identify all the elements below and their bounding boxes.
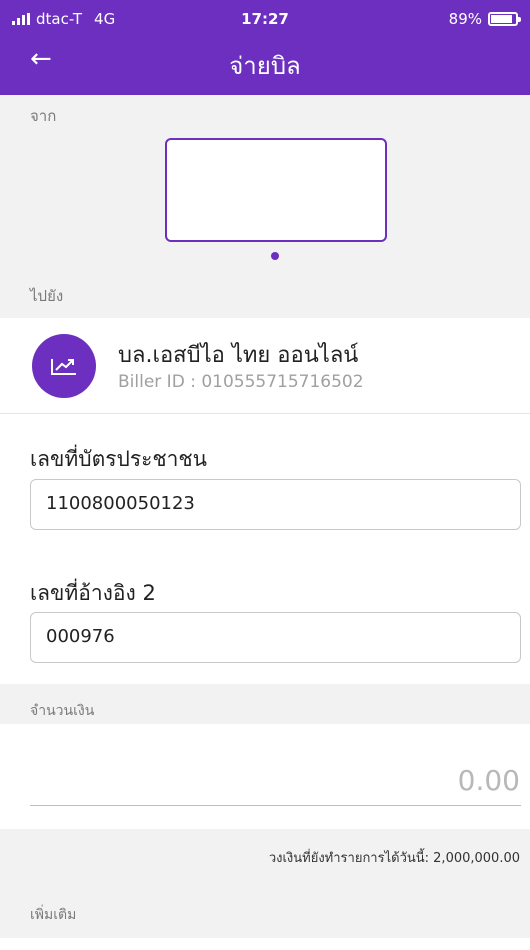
navigation-bar: ← จ่ายบิล — [0, 38, 530, 90]
amount-underline — [30, 805, 521, 806]
amount-section — [0, 724, 530, 829]
amount-label: จำนวนเงิน — [30, 703, 95, 719]
to-label: ไปยัง — [30, 287, 64, 305]
biller-name: บล.เอสบีไอ ไทย ออนไลน์ — [118, 343, 359, 368]
biller-id: Biller ID : 010555715716502 — [118, 372, 364, 392]
carousel-indicator[interactable] — [271, 252, 279, 260]
daily-limit-text: วงเงินที่ยังทำรายการได้วันนี้: 2,000,000… — [268, 851, 520, 866]
ref2-label: เลขที่อ้างอิง 2 — [30, 581, 156, 605]
next-row-peek — [0, 938, 530, 950]
battery-icon — [488, 12, 521, 26]
header-bar: dtac-T 4G 17:27 89% ← จ่ายบิล — [0, 0, 530, 95]
amount-input[interactable]: 0.00 — [458, 764, 520, 797]
battery-percent: 89% — [448, 10, 482, 28]
more-label: เพิ่มเติม — [30, 907, 77, 923]
ref2-input[interactable]: 000976 — [30, 612, 521, 663]
citizen-id-label: เลขที่บัตรประชาชน — [30, 447, 208, 471]
citizen-id-input[interactable]: 1100800050123 — [30, 479, 521, 530]
from-label: จาก — [30, 107, 57, 125]
chart-up-icon — [32, 334, 96, 398]
account-card-selector[interactable] — [165, 138, 387, 242]
status-bar: dtac-T 4G 17:27 89% — [0, 0, 530, 36]
page-title: จ่ายบิล — [229, 52, 301, 80]
